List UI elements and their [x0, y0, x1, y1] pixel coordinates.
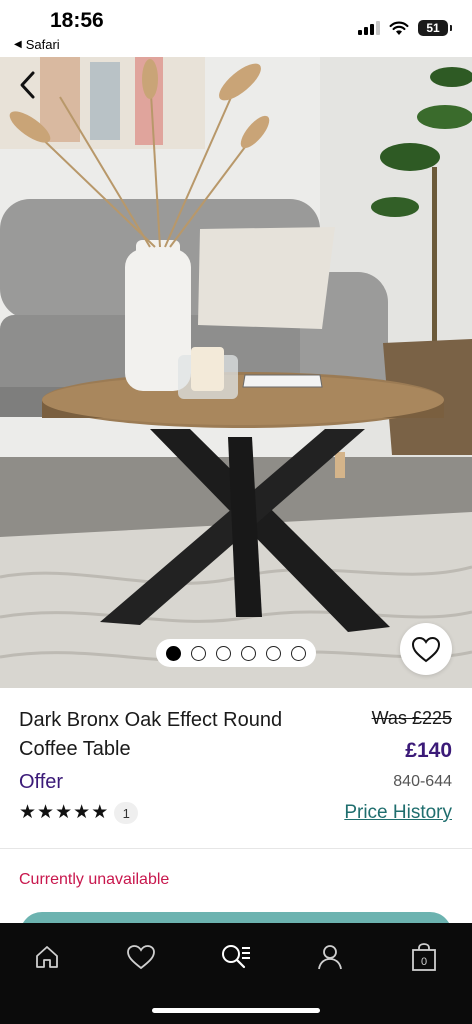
chevron-left-icon — [20, 71, 35, 99]
current-price: £140 — [405, 739, 452, 762]
account-icon — [318, 945, 342, 970]
back-button[interactable] — [12, 67, 44, 103]
star-rating: ★ ★ ★ ★ ★ — [19, 803, 108, 823]
search-list-icon — [222, 945, 250, 969]
star-icon: ★ — [91, 802, 109, 823]
review-count-badge: 1 — [114, 802, 139, 824]
carousel-dot[interactable] — [191, 645, 206, 661]
product-image-carousel[interactable] — [0, 57, 472, 688]
carousel-indicator — [156, 639, 316, 667]
star-icon: ★ — [37, 802, 55, 823]
status-time: 18:56 — [50, 9, 104, 32]
battery-level: 51 — [426, 21, 440, 35]
home-indicator — [152, 1008, 320, 1013]
nav-search[interactable] — [216, 939, 256, 975]
home-icon — [36, 946, 58, 968]
carousel-dot[interactable] — [266, 645, 281, 661]
nav-account[interactable] — [310, 939, 350, 975]
battery-icon: 51 — [418, 20, 452, 36]
cellular-signal-icon — [358, 21, 380, 35]
status-icons: 51 — [358, 20, 452, 36]
product-rating[interactable]: ★ ★ ★ ★ ★ 1 — [19, 802, 139, 824]
product-title: Dark Bronx Oak Effect Round Coffee Table — [19, 709, 283, 760]
carousel-dot[interactable] — [166, 645, 181, 661]
price-history-link[interactable]: Price History — [344, 802, 452, 824]
star-icon: ★ — [55, 802, 73, 823]
carousel-dot[interactable] — [216, 645, 231, 661]
back-app-label: Safari — [25, 37, 60, 52]
was-price: Was £225 — [371, 708, 452, 728]
nav-bag[interactable]: 0 — [404, 939, 444, 975]
nav-home[interactable] — [27, 939, 67, 975]
bag-count: 0 — [421, 956, 427, 968]
back-triangle-icon: ◀ — [14, 39, 22, 50]
heart-icon — [127, 945, 155, 970]
bag-icon: 0 — [412, 943, 436, 971]
section-divider — [0, 848, 472, 849]
star-icon: ★ — [73, 802, 91, 823]
product-info: Dark Bronx Oak Effect Round Coffee Table… — [0, 688, 472, 848]
wifi-icon — [389, 21, 409, 35]
back-to-safari[interactable]: ◀ Safari — [14, 37, 60, 52]
favourite-button[interactable] — [400, 623, 452, 675]
nav-favourites[interactable] — [121, 939, 161, 975]
coffee-table-photo — [0, 57, 472, 688]
offer-label: Offer — [19, 771, 64, 793]
product-code: 840-644 — [393, 773, 452, 790]
carousel-dot[interactable] — [241, 645, 256, 661]
availability-status: Currently unavailable — [19, 871, 170, 888]
status-bar: 18:56 ◀ Safari 51 — [0, 0, 472, 57]
carousel-dot[interactable] — [291, 645, 306, 661]
heart-outline-icon — [411, 636, 441, 662]
star-icon: ★ — [19, 802, 37, 823]
